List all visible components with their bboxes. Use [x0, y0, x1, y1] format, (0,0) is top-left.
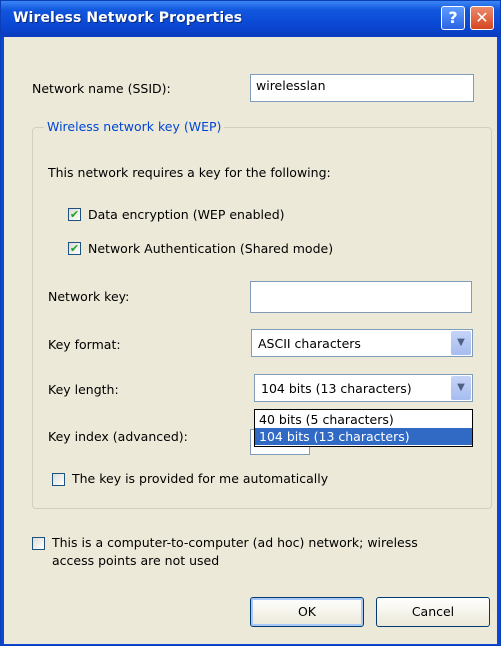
- network-key-label: Network key:: [48, 289, 130, 304]
- network-key-input[interactable]: [250, 281, 472, 313]
- data-encryption-checkbox[interactable]: ✔: [68, 208, 81, 221]
- key-length-value: 104 bits (13 characters): [261, 381, 412, 396]
- key-format-value: ASCII characters: [258, 336, 361, 351]
- network-auth-checkbox[interactable]: ✔: [68, 242, 81, 255]
- key-format-select[interactable]: ASCII characters ▼: [251, 329, 473, 357]
- key-length-select[interactable]: 104 bits (13 characters) ▼: [254, 374, 473, 402]
- dialog-window: Wireless Network Properties ? ✕ Network …: [0, 0, 501, 646]
- title-bar[interactable]: Wireless Network Properties ? ✕: [1, 1, 500, 37]
- auto-key-label[interactable]: The key is provided for me automatically: [72, 471, 328, 486]
- chevron-down-icon[interactable]: ▼: [451, 376, 471, 400]
- help-button[interactable]: ?: [441, 6, 465, 30]
- auto-key-checkbox[interactable]: [52, 473, 65, 486]
- adhoc-checkbox[interactable]: [32, 537, 45, 550]
- adhoc-label-line2[interactable]: access points are not used: [52, 553, 219, 568]
- cancel-button[interactable]: Cancel: [376, 597, 490, 627]
- adhoc-label-line1[interactable]: This is a computer-to-computer (ad hoc) …: [52, 535, 418, 550]
- wep-group-title: Wireless network key (WEP): [44, 119, 225, 134]
- key-length-option[interactable]: 40 bits (5 characters): [255, 411, 472, 428]
- key-index-label: Key index (advanced):: [48, 429, 188, 444]
- ssid-label: Network name (SSID):: [32, 81, 171, 96]
- dialog-body: Network name (SSID): wirelesslan Wireles…: [4, 37, 497, 644]
- key-length-dropdown-list[interactable]: 40 bits (5 characters) 104 bits (13 char…: [254, 409, 473, 447]
- window-title: Wireless Network Properties: [13, 10, 243, 26]
- requires-key-text: This network requires a key for the foll…: [48, 165, 331, 180]
- check-icon: ✔: [69, 242, 80, 255]
- check-icon: ✔: [69, 208, 80, 221]
- close-button[interactable]: ✕: [470, 6, 494, 30]
- key-length-option-selected[interactable]: 104 bits (13 characters): [255, 428, 472, 445]
- ok-button[interactable]: OK: [250, 597, 364, 627]
- data-encryption-label[interactable]: Data encryption (WEP enabled): [88, 207, 285, 222]
- chevron-down-icon[interactable]: ▼: [451, 331, 471, 355]
- ssid-input[interactable]: wirelesslan: [250, 74, 474, 102]
- key-length-label: Key length:: [48, 382, 119, 397]
- key-format-label: Key format:: [48, 337, 121, 352]
- network-auth-label[interactable]: Network Authentication (Shared mode): [88, 241, 333, 256]
